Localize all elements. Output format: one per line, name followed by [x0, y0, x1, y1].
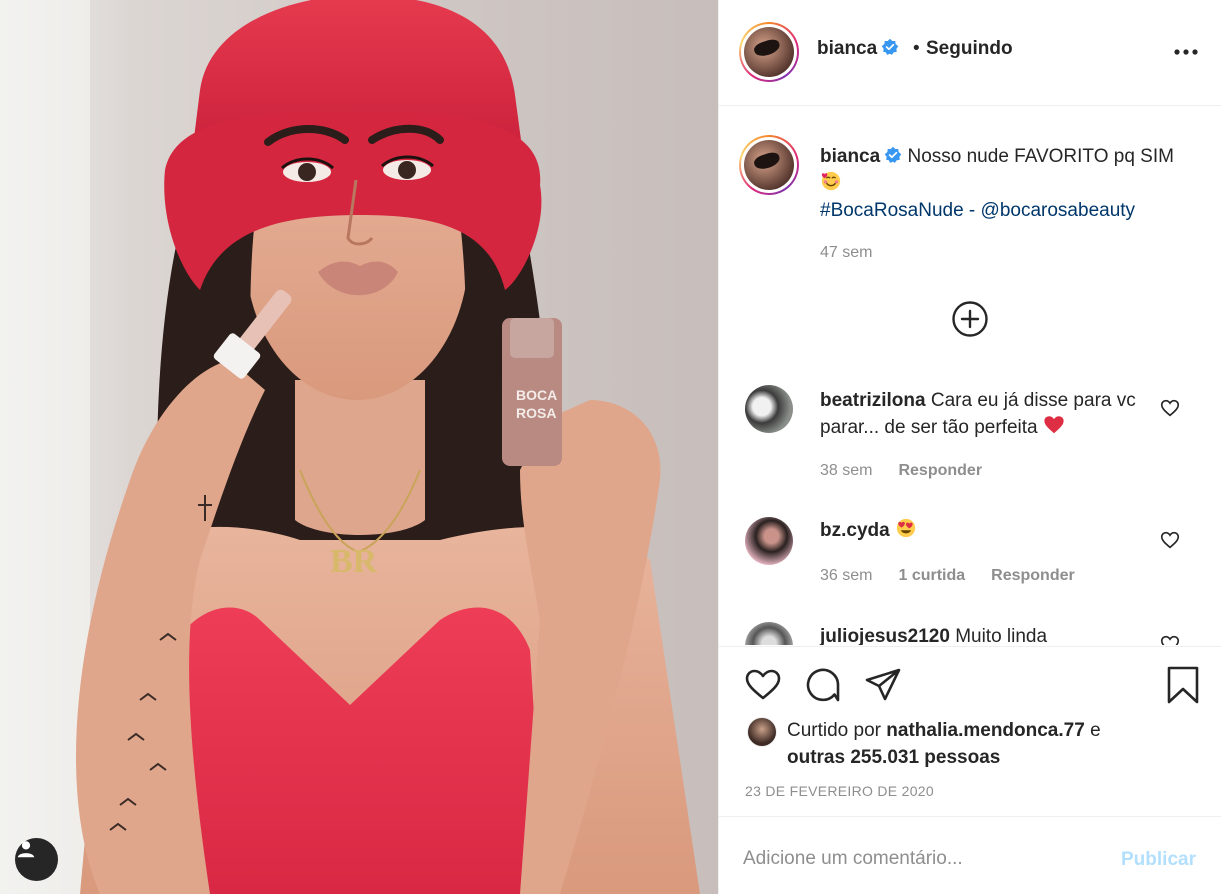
- reply-button[interactable]: Responder: [898, 462, 982, 479]
- author-username[interactable]: bianca: [817, 38, 899, 60]
- commenter-avatar[interactable]: [745, 517, 793, 565]
- post-actions: Curtido por nathalia.mendonca.77 e outra…: [719, 646, 1221, 816]
- publish-button[interactable]: Publicar: [1121, 849, 1196, 871]
- liker-avatar[interactable]: [747, 717, 777, 747]
- verified-badge-icon: [881, 38, 899, 55]
- comment-like-icon[interactable]: [1159, 633, 1181, 645]
- comment-username[interactable]: bz.cyda: [820, 520, 890, 541]
- following-button[interactable]: Seguindo: [926, 38, 1013, 60]
- commenter-avatar[interactable]: [745, 385, 793, 433]
- caption-text: Nosso nude FAVORITO pq SIM: [907, 146, 1174, 167]
- heart-eyes-emoji: [896, 518, 916, 538]
- red-heart-emoji: [1044, 416, 1064, 434]
- comment-form: Publicar: [719, 816, 1221, 894]
- paper-plane-icon[interactable]: [863, 665, 903, 705]
- caption-timestamp[interactable]: 47 sem: [820, 244, 872, 262]
- post-side-panel: bianca • Seguindo bianca Nosso nude FAVO…: [718, 0, 1221, 894]
- caption-separator: -: [963, 200, 981, 221]
- comment-text: bz.cyda: [820, 517, 1160, 544]
- caption-username[interactable]: bianca: [820, 146, 902, 167]
- comment-username[interactable]: beatrizilona: [820, 390, 926, 411]
- post-caption: bianca Nosso nude FAVORITO pq SIM #BocaR…: [820, 143, 1180, 224]
- liker-username[interactable]: nathalia.mendonca.77: [886, 720, 1085, 741]
- header-separator: •: [913, 38, 920, 59]
- comment-timestamp[interactable]: 36 sem: [820, 567, 872, 584]
- smiling-hearts-emoji: [821, 171, 841, 191]
- product-label-1: BOCA: [516, 387, 557, 403]
- comment-icon[interactable]: [803, 665, 843, 705]
- comment-text: beatrizilona Cara eu já disse para vc pa…: [820, 390, 1136, 438]
- caption-avatar[interactable]: [739, 135, 799, 195]
- necklace-text: BR: [330, 543, 378, 580]
- heart-icon[interactable]: [743, 665, 783, 705]
- comment-like-icon[interactable]: [1159, 529, 1181, 551]
- post-image: BR BOCA ROSA: [0, 0, 700, 894]
- comment-likes-count[interactable]: 1 curtida: [898, 567, 965, 584]
- other-likers-link[interactable]: outras 255.031 pessoas: [787, 747, 1000, 768]
- comment-text: juliojesus2120 Muito linda: [820, 626, 1048, 645]
- user-tag-icon: [17, 841, 35, 858]
- more-options-icon[interactable]: [1171, 40, 1201, 64]
- post-photo[interactable]: BR BOCA ROSA: [0, 0, 718, 894]
- verified-badge-icon: [884, 146, 902, 163]
- comments-list[interactable]: bianca Nosso nude FAVORITO pq SIM #BocaR…: [719, 107, 1221, 645]
- post-date[interactable]: 23 DE FEVEREIRO DE 2020: [745, 783, 934, 799]
- comment-like-icon[interactable]: [1159, 397, 1181, 419]
- product-label-2: ROSA: [516, 405, 556, 421]
- comment-input[interactable]: [743, 839, 1103, 879]
- post-header: bianca • Seguindo: [719, 0, 1221, 106]
- reply-button[interactable]: Responder: [991, 567, 1075, 584]
- caption-mention[interactable]: @bocarosabeauty: [981, 200, 1136, 221]
- bookmark-icon[interactable]: [1163, 665, 1203, 705]
- likes-summary: Curtido por nathalia.mendonca.77 e outra…: [787, 720, 1101, 768]
- comment-timestamp[interactable]: 38 sem: [820, 462, 872, 479]
- comment-meta: 38 sem Responder: [820, 462, 1008, 480]
- comment-username[interactable]: juliojesus2120: [820, 626, 950, 645]
- user-tag-button[interactable]: [15, 838, 58, 881]
- caption-hashtag[interactable]: #BocaRosaNude: [820, 200, 964, 221]
- commenter-avatar[interactable]: [745, 622, 793, 645]
- plus-circle-icon[interactable]: [951, 300, 989, 338]
- author-avatar[interactable]: [739, 22, 799, 82]
- comment-meta: 36 sem 1 curtida Responder: [820, 567, 1101, 585]
